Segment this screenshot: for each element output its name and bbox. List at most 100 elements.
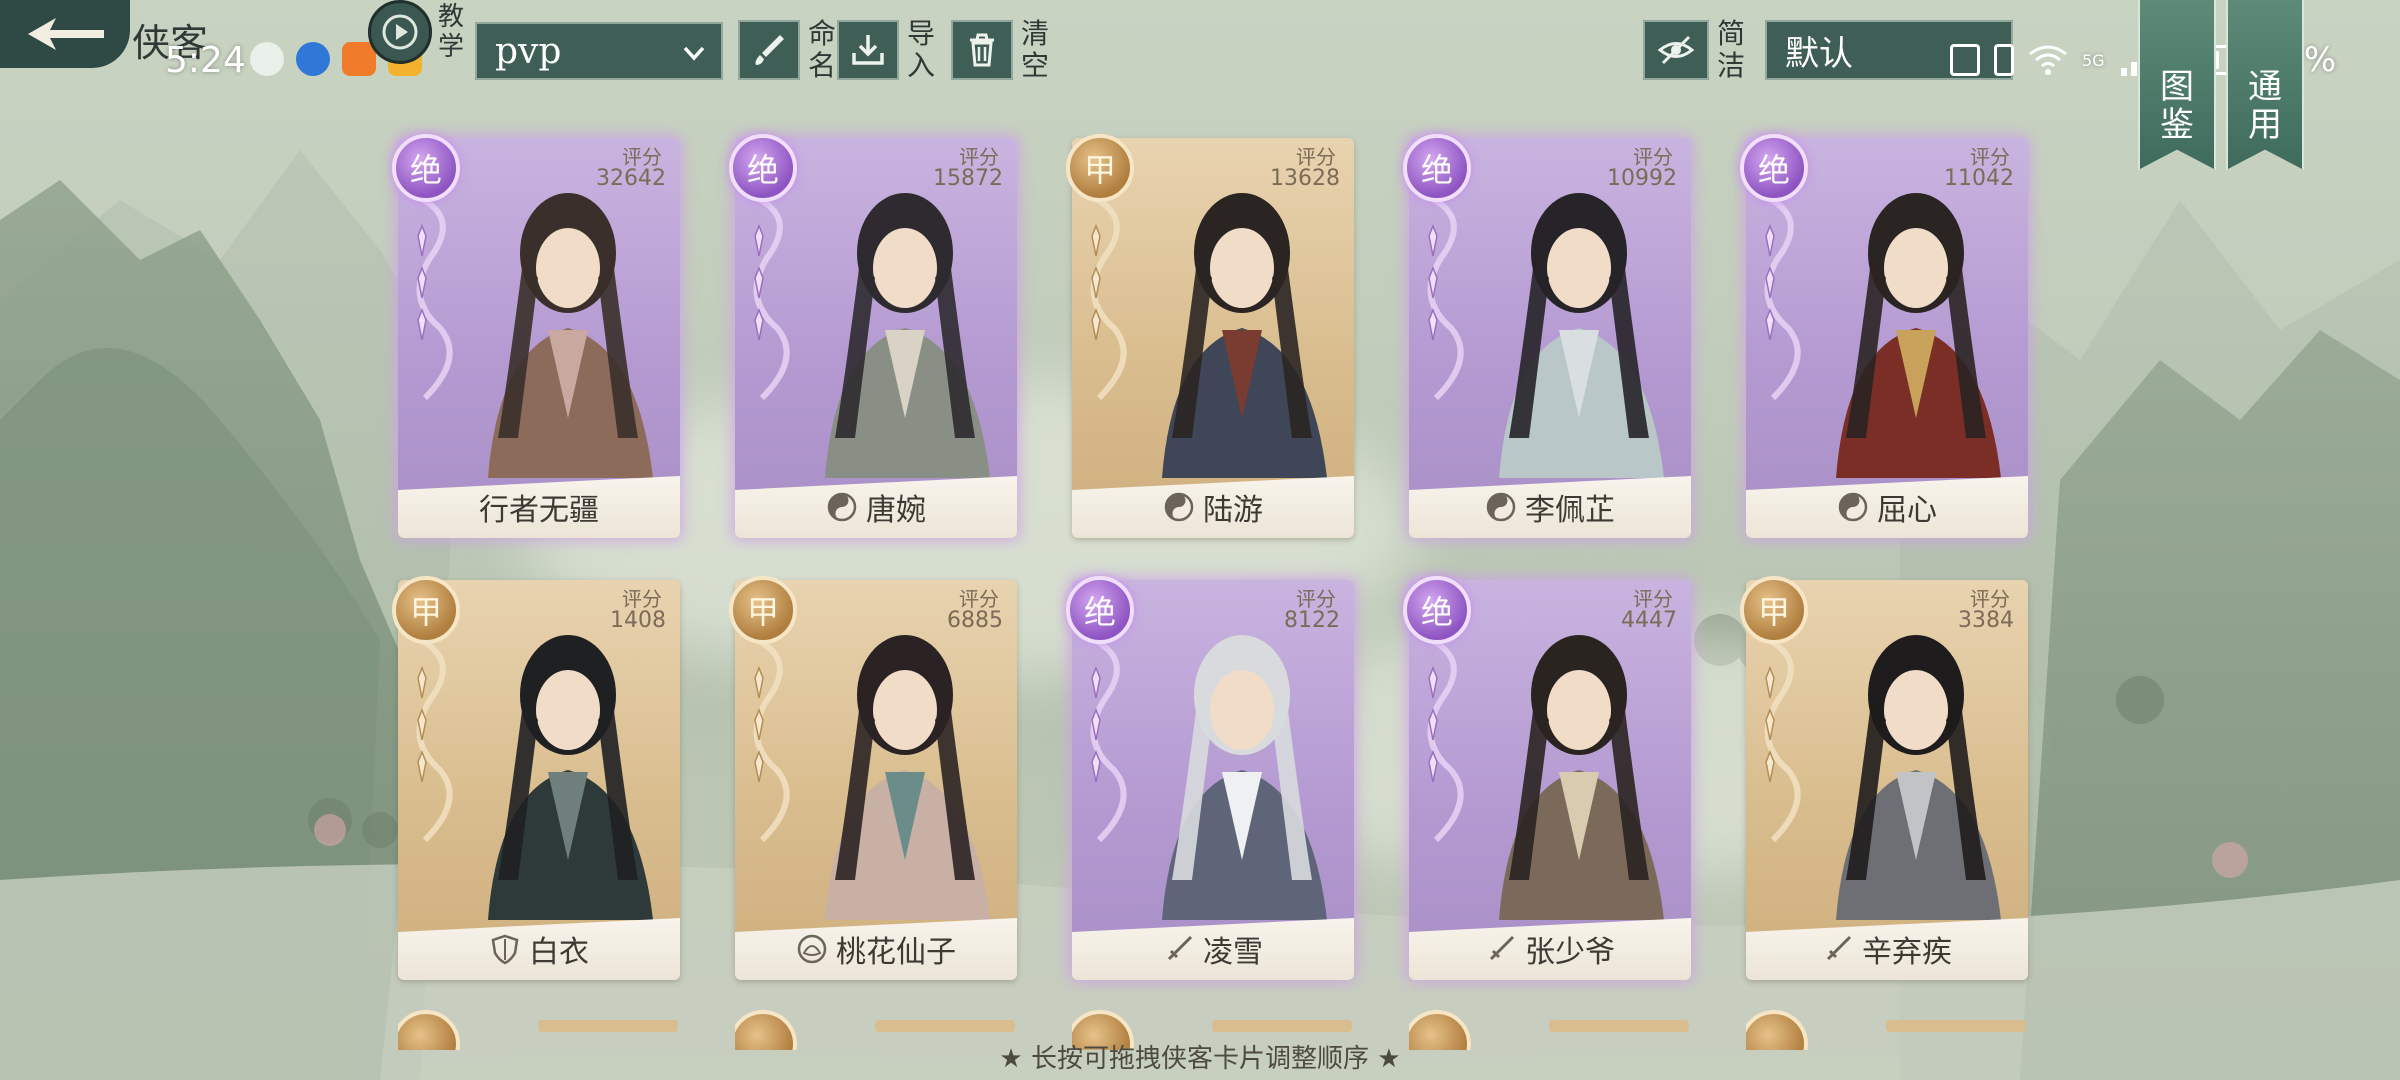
back-arrow-icon <box>28 18 104 50</box>
score-value: 10992 <box>1607 166 1677 191</box>
hero-name-plate: 行者无疆 <box>398 476 680 538</box>
atlas-label: 图鉴 <box>2160 67 2194 145</box>
yinyang-icon <box>826 491 858 523</box>
hero-name-plate: 屈心 <box>1746 476 2028 538</box>
hero-name-plate: 陆游 <box>1072 476 1354 538</box>
yinyang-icon <box>1485 491 1517 523</box>
rarity-badge: 甲 <box>1066 134 1134 202</box>
hero-name-plate: 李佩芷 <box>1409 476 1691 538</box>
chat-icon <box>250 42 284 76</box>
score-value: 1408 <box>610 608 666 633</box>
drag-hint: ★ 长按可拖拽侠客卡片调整顺序 ★ <box>999 1044 1401 1074</box>
wifi-icon <box>2029 45 2067 75</box>
general-label: 通用 <box>2248 67 2282 145</box>
score-value: 4447 <box>1621 608 1677 633</box>
score-label: 评分 <box>959 587 999 611</box>
hero-portrait <box>488 193 653 478</box>
star-rank-icons <box>749 224 769 342</box>
preset-value: pvp <box>495 30 562 72</box>
network-type: 5G <box>2082 50 2105 70</box>
hero-name: 行者无疆 <box>479 493 599 528</box>
score-label: 评分 <box>1296 587 1336 611</box>
hero-name: 张少爷 <box>1525 935 1615 970</box>
rarity-badge: 甲 <box>729 576 797 644</box>
rarity-badge: 绝 <box>729 134 797 202</box>
hero-card[interactable]: 白衣 评分 1408 甲 <box>392 576 680 980</box>
shield-icon <box>489 933 521 965</box>
score-value: 32642 <box>596 166 666 191</box>
score-label: 评分 <box>622 145 662 169</box>
download-icon <box>837 20 899 80</box>
rarity-badge: 绝 <box>1403 576 1471 644</box>
browser-icon <box>296 42 330 76</box>
play-icon <box>368 0 432 64</box>
concise-label: 简洁 <box>1717 17 1746 82</box>
hero-portrait <box>1836 635 2001 920</box>
concise-toggle[interactable]: 简洁 <box>1643 18 1747 82</box>
score-label: 评分 <box>1633 145 1673 169</box>
score-label: 评分 <box>622 587 662 611</box>
vibrate-icon <box>1994 44 2014 76</box>
score-value: 6885 <box>947 608 1003 633</box>
rarity-badge: 甲 <box>1740 576 1808 644</box>
score-label: 评分 <box>1633 587 1673 611</box>
rarity-badge: 绝 <box>392 134 460 202</box>
hero-portrait <box>1162 635 1327 920</box>
hero-portrait <box>1499 635 1664 920</box>
sword-icon <box>1822 933 1854 965</box>
hero-card[interactable]: 行者无疆 评分 32642 绝 <box>392 134 680 538</box>
sword-icon <box>1485 933 1517 965</box>
back-button[interactable] <box>0 0 130 68</box>
score-label: 评分 <box>959 145 999 169</box>
star-rank-icons <box>1086 666 1106 784</box>
hero-card[interactable]: 凌雪 评分 8122 绝 <box>1066 576 1354 980</box>
hero-card[interactable]: 屈心 评分 11042 绝 <box>1740 134 2028 538</box>
clear-label: 清空 <box>1021 17 1050 82</box>
hero-card[interactable]: 李佩芷 评分 10992 绝 <box>1403 134 1691 538</box>
preset-dropdown[interactable]: pvp <box>475 22 723 80</box>
hero-portrait <box>488 635 653 920</box>
atlas-tab[interactable]: 图鉴 <box>2138 0 2216 170</box>
hero-name-plate: 凌雪 <box>1072 918 1354 980</box>
score-label: 评分 <box>1296 145 1336 169</box>
hero-name-plate: 张少爷 <box>1409 918 1691 980</box>
import-button[interactable]: 导入 <box>837 18 937 82</box>
star-rank-icons <box>412 666 432 784</box>
hero-portrait <box>1499 193 1664 478</box>
general-tab[interactable]: 通用 <box>2226 0 2304 170</box>
chevron-down-icon <box>683 46 705 61</box>
hero-card[interactable]: 辛弃疾 评分 3384 甲 <box>1740 576 2028 980</box>
rarity-badge: 绝 <box>1066 576 1134 644</box>
star-rank-icons <box>1760 666 1780 784</box>
eye-hidden-icon <box>1643 20 1709 80</box>
score-value: 15872 <box>933 166 1003 191</box>
hero-card[interactable]: 唐婉 评分 15872 绝 <box>729 134 1017 538</box>
hero-portrait <box>1162 193 1327 478</box>
hero-name: 李佩芷 <box>1525 493 1615 528</box>
hero-name: 屈心 <box>1877 493 1937 528</box>
hero-card[interactable]: 张少爷 评分 4447 绝 <box>1403 576 1691 980</box>
hero-card[interactable]: 陆游 评分 13628 甲 <box>1066 134 1354 538</box>
nfc-icon <box>1950 44 1980 76</box>
hero-name-plate: 桃花仙子 <box>735 918 1017 980</box>
rename-button[interactable]: 命名 <box>738 18 838 82</box>
lotus-icon <box>796 933 828 965</box>
star-rank-icons <box>412 224 432 342</box>
hero-name-plate: 辛弃疾 <box>1746 918 2028 980</box>
clear-button[interactable]: 清空 <box>951 18 1051 82</box>
score-label: 评分 <box>1970 145 2010 169</box>
hero-name: 唐婉 <box>866 493 926 528</box>
hero-name: 白衣 <box>529 935 589 970</box>
hero-name: 辛弃疾 <box>1862 935 1952 970</box>
hero-name-plate: 白衣 <box>398 918 680 980</box>
tutorial-button[interactable]: 教学 <box>368 0 468 64</box>
import-label: 导入 <box>907 17 936 82</box>
hero-name-plate: 唐婉 <box>735 476 1017 538</box>
score-label: 评分 <box>1970 587 2010 611</box>
star-rank-icons <box>1760 224 1780 342</box>
sort-value: 默认 <box>1785 33 1853 74</box>
hero-card[interactable]: 桃花仙子 评分 6885 甲 <box>729 576 1017 980</box>
score-value: 13628 <box>1270 166 1340 191</box>
trash-icon <box>951 20 1013 80</box>
hero-portrait <box>825 635 990 920</box>
